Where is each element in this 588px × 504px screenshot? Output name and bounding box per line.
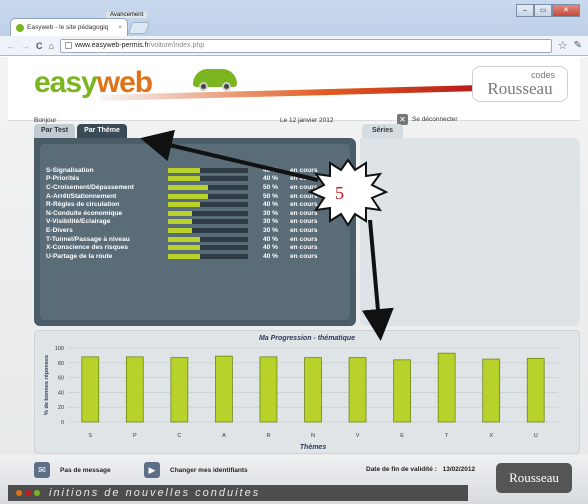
annotation-overlay [140,129,394,341]
annotation-arrow [361,219,394,341]
annotation-arrow [140,129,319,182]
annotation-number: 5 [335,183,344,203]
starburst-icon [307,158,389,227]
